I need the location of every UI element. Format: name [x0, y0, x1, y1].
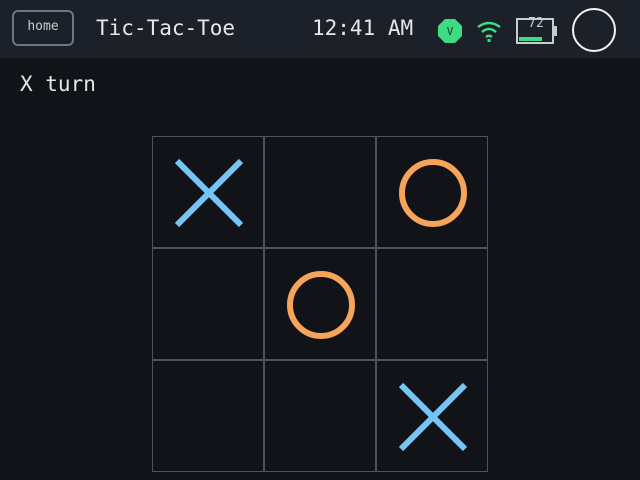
board-cell-2-1[interactable]: [152, 248, 264, 360]
board-cell-1-2[interactable]: [264, 136, 376, 248]
turn-status: X turn: [20, 72, 96, 96]
game-board: [152, 136, 489, 473]
board-cell-3-2[interactable]: [264, 360, 376, 472]
x-mark: [174, 158, 244, 228]
board-cell-2-3[interactable]: [376, 248, 488, 360]
board-cell-2-2[interactable]: [264, 248, 376, 360]
board-cell-3-1[interactable]: [152, 360, 264, 472]
board-cell-1-3[interactable]: [376, 136, 488, 248]
shield-icon: V: [438, 19, 462, 43]
battery-level: 72: [528, 16, 544, 31]
power-button[interactable]: [572, 8, 616, 52]
o-mark: [399, 159, 467, 227]
o-mark: [287, 271, 355, 339]
home-button[interactable]: home: [12, 10, 74, 46]
app-title: Tic-Tac-Toe: [96, 16, 236, 40]
board-cell-1-1[interactable]: [152, 136, 264, 248]
board-cell-3-3[interactable]: [376, 360, 488, 472]
top-status-bar: home Tic-Tac-Toe 12:41 AM V 72: [0, 0, 640, 58]
x-mark: [398, 382, 468, 452]
vpn-badge-label: V: [447, 25, 454, 38]
clock: 12:41 AM: [312, 16, 414, 40]
wifi-icon: [477, 21, 501, 42]
